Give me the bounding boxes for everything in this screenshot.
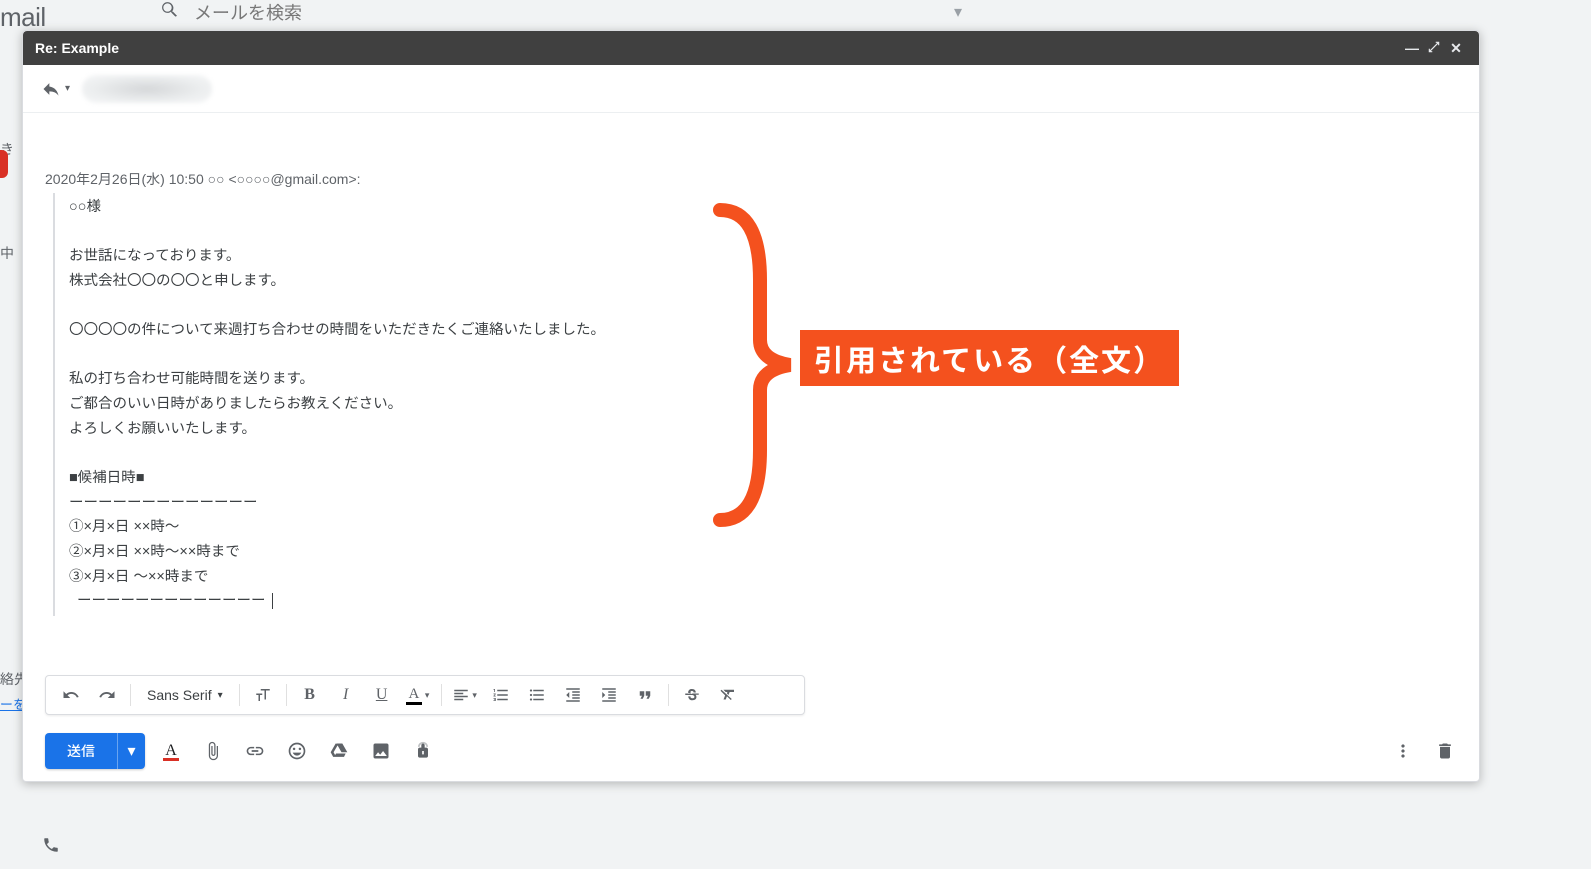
- more-options-icon[interactable]: [1387, 735, 1419, 767]
- quoted-line: 私の打ち合わせ可能時間を送ります。: [69, 367, 1457, 392]
- quoted-line: [69, 220, 1457, 245]
- quoted-line: [69, 294, 1457, 319]
- search-icon: [160, 0, 180, 25]
- underline-button[interactable]: U: [365, 679, 399, 711]
- font-family-dropdown[interactable]: Sans Serif ▾: [137, 679, 233, 711]
- search-options-caret-icon: ▾: [954, 2, 962, 22]
- quoted-line: ーーーーーーーーーーーーー: [69, 491, 1457, 516]
- quoted-line: よろしくお願いいたします。: [69, 417, 1457, 442]
- minimize-button[interactable]: —: [1401, 40, 1423, 56]
- strikethrough-button[interactable]: [675, 679, 709, 711]
- chevron-down-icon: ▾: [218, 690, 223, 701]
- search-placeholder: メールを検索: [194, 0, 302, 25]
- send-button-group: 送信 ▾: [45, 733, 145, 769]
- quoted-line: ②×月×日 ××時〜××時まで: [69, 540, 1457, 565]
- quoted-line: ○○様: [69, 195, 1457, 220]
- annotation-label: 引用されている（全文）: [800, 330, 1179, 386]
- chevron-down-icon: ▾: [65, 83, 70, 94]
- drive-icon[interactable]: [323, 735, 355, 767]
- quoted-line: ご都合のいい日時がありましたらお教えください。: [69, 392, 1457, 417]
- chevron-down-icon: ▾: [425, 690, 430, 701]
- send-button[interactable]: 送信: [45, 733, 117, 769]
- quoted-line: [69, 343, 1457, 368]
- formatting-options-icon[interactable]: A: [155, 735, 187, 767]
- popout-button[interactable]: [1423, 40, 1445, 57]
- send-row: 送信 ▾ A: [23, 725, 1479, 781]
- quoted-line: ③×月×日 〜××時まで: [69, 565, 1457, 590]
- quoted-line: [69, 441, 1457, 466]
- quoted-line: ーーーーーーーーーーーーー: [69, 589, 1457, 614]
- quote-attribution: 2020年2月26日(水) 10:50 ○○ <○○○○@gmail.com>:: [45, 169, 1457, 189]
- quoted-line: ①×月×日 ××時〜: [69, 515, 1457, 540]
- quoted-line: ■候補日時■: [69, 466, 1457, 491]
- font-name-label: Sans Serif: [147, 687, 212, 703]
- indent-more-button[interactable]: [592, 679, 626, 711]
- compose-title: Re: Example: [35, 40, 119, 56]
- close-button[interactable]: ✕: [1445, 40, 1467, 57]
- search-bar-fragment: メールを検索 ▾: [160, 0, 980, 24]
- bold-button[interactable]: B: [293, 679, 327, 711]
- quote-button[interactable]: [628, 679, 662, 711]
- phone-icon: [42, 836, 60, 859]
- indent-less-button[interactable]: [556, 679, 590, 711]
- quoted-text-block[interactable]: ○○様 お世話になっております。株式会社〇〇の〇〇と申します。 〇〇〇〇の件につ…: [53, 193, 1457, 616]
- compose-titlebar: Re: Example — ✕: [23, 31, 1479, 65]
- italic-button[interactable]: I: [329, 679, 363, 711]
- undo-button[interactable]: [54, 679, 88, 711]
- recipients-row[interactable]: ▾: [23, 65, 1479, 113]
- text-cursor: [272, 593, 273, 609]
- confidential-mode-icon[interactable]: [407, 735, 439, 767]
- font-size-button[interactable]: [246, 679, 280, 711]
- reply-type-dropdown[interactable]: ▾: [41, 79, 70, 99]
- discard-draft-icon[interactable]: [1429, 735, 1461, 767]
- recipient-chip-blurred[interactable]: [82, 75, 212, 103]
- format-toolbar: Sans Serif ▾ B I U A ▾ ▾: [45, 675, 805, 715]
- redo-button[interactable]: [90, 679, 124, 711]
- text-color-button[interactable]: A ▾: [401, 679, 435, 711]
- quoted-line: 株式会社〇〇の〇〇と申します。: [69, 269, 1457, 294]
- quoted-line: お世話になっております。: [69, 244, 1457, 269]
- quoted-line: 〇〇〇〇の件について来週打ち合わせの時間をいただきたくご連絡いたしました。: [69, 318, 1457, 343]
- gmail-logo-fragment: mail: [0, 2, 46, 33]
- clear-format-button[interactable]: [711, 679, 745, 711]
- insert-image-icon[interactable]: [365, 735, 397, 767]
- numbered-list-button[interactable]: [484, 679, 518, 711]
- sidebar-selected-indicator: [0, 150, 8, 178]
- link-icon[interactable]: [239, 735, 271, 767]
- compose-window: Re: Example — ✕ ▾ 2020年2月26日(水) 10:50 ○○…: [22, 30, 1480, 782]
- compose-body[interactable]: 2020年2月26日(水) 10:50 ○○ <○○○○@gmail.com>:…: [23, 113, 1479, 675]
- bulleted-list-button[interactable]: [520, 679, 554, 711]
- attach-icon[interactable]: [197, 735, 229, 767]
- send-more-button[interactable]: ▾: [117, 733, 145, 769]
- align-button[interactable]: ▾: [448, 679, 482, 711]
- emoji-icon[interactable]: [281, 735, 313, 767]
